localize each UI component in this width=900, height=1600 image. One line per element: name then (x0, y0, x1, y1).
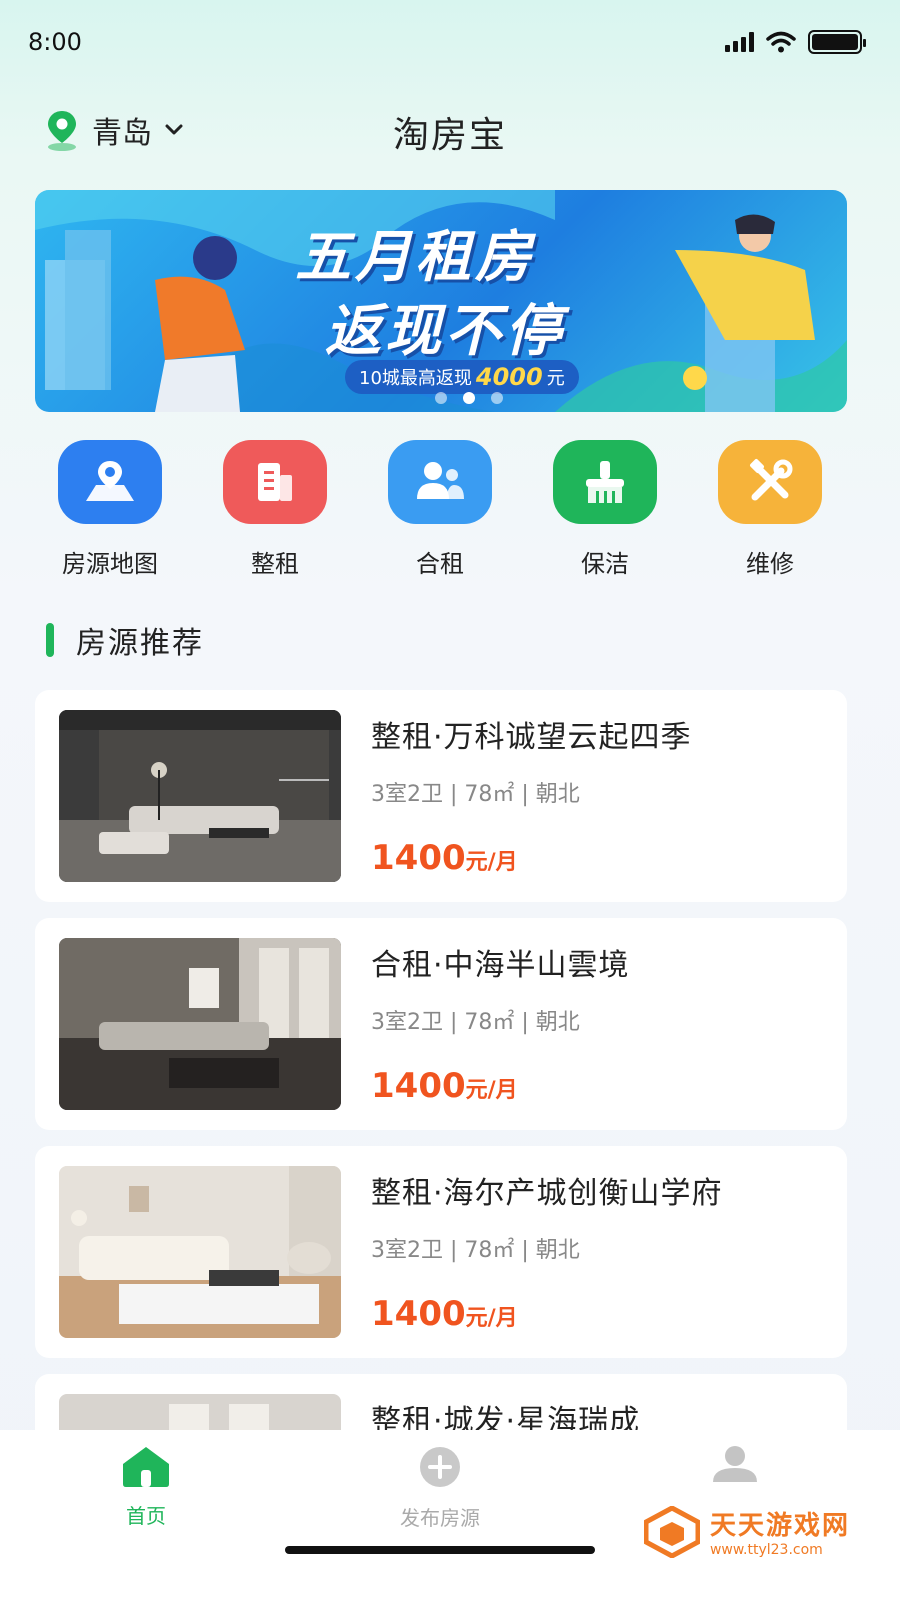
user-icon (713, 1446, 757, 1482)
cellular-signal-icon (725, 32, 754, 52)
home-indicator (285, 1546, 595, 1554)
listing-meta: 3室2卫 | 78㎡ | 朝北 (371, 1238, 580, 1263)
listing-meta: 3室2卫 | 78㎡ | 朝北 (371, 782, 580, 807)
banner-headline-1: 五月租房 (295, 225, 535, 290)
banner-sub-suffix: 元 (546, 368, 565, 389)
status-icons (725, 30, 866, 54)
listing-photo (59, 1166, 341, 1338)
category-icon-bg (223, 440, 327, 524)
category-map[interactable]: 房源地图 (35, 440, 185, 579)
category-label: 维修 (746, 550, 794, 578)
listing-title: 整租·海尔产城创衡山学府 (371, 1176, 723, 1211)
category-grid: 房源地图 整租 合租 保洁 维修 (0, 440, 900, 580)
battery-icon (808, 30, 866, 54)
price-value: 1400 (371, 1066, 466, 1106)
tab-label: 首页 (126, 1504, 166, 1528)
carousel-dot[interactable] (491, 392, 503, 404)
map-pin-icon (86, 461, 134, 501)
banner-sub-prefix: 10城最高返现 (359, 368, 472, 389)
category-label: 保洁 (581, 550, 629, 578)
category-icon-bg (58, 440, 162, 524)
plus-circle-icon (420, 1447, 460, 1487)
watermark-text: 天天游戏网 www.ttyl23.com (710, 1505, 850, 1558)
price-unit: 元/月 (465, 1078, 518, 1103)
broom-icon (586, 461, 624, 503)
category-label: 房源地图 (62, 550, 158, 578)
promo-banner[interactable]: 五月租房 返现不停 10城最高返现 4000 元 (35, 190, 847, 412)
category-icon-bg (388, 440, 492, 524)
listing-card[interactable]: 合租·中海半山雲境 3室2卫 | 78㎡ | 朝北 1400元/月 (35, 918, 847, 1130)
status-bar: 8:00 (0, 0, 900, 90)
category-shared-rent[interactable]: 合租 (365, 440, 515, 579)
price-value: 1400 (371, 838, 466, 878)
listing-title: 整租·万科诚望云起四季 (371, 720, 692, 755)
building-icon (258, 463, 292, 501)
listing-price: 1400元/月 (371, 1066, 518, 1106)
wifi-icon (766, 31, 796, 53)
listing-meta: 3室2卫 | 78㎡ | 朝北 (371, 1010, 580, 1035)
app-title: 淘房宝 (392, 115, 507, 156)
price-unit: 元/月 (465, 1306, 518, 1331)
category-whole-rent[interactable]: 整租 (200, 440, 350, 579)
banner-sub-amount: 4000 (475, 363, 543, 391)
section-title: 房源推荐 (76, 626, 204, 661)
top-nav: 青岛 淘房宝 (0, 100, 900, 160)
listing-photo (59, 710, 341, 882)
site-watermark: 天天游戏网 www.ttyl23.com (643, 1505, 850, 1558)
listing-card[interactable]: 整租·万科诚望云起四季 3室2卫 | 78㎡ | 朝北 1400元/月 (35, 690, 847, 902)
listing-title: 合租·中海半山雲境 (371, 948, 630, 983)
watermark-name: 天天游戏网 (709, 1511, 850, 1541)
price-unit: 元/月 (465, 850, 518, 875)
section-accent-bar (46, 623, 54, 657)
category-label: 合租 (416, 550, 464, 578)
category-repair[interactable]: 维修 (695, 440, 845, 579)
category-cleaning[interactable]: 保洁 (530, 440, 680, 579)
listing-price: 1400元/月 (371, 1294, 518, 1334)
category-icon-bg (718, 440, 822, 524)
carousel-dot[interactable] (463, 392, 475, 404)
home-icon (123, 1447, 169, 1487)
banner-headline-2: 返现不停 (325, 299, 565, 364)
watermark-logo-icon (643, 1505, 700, 1558)
section-header: 房源推荐 (46, 618, 204, 662)
listing-card[interactable]: 整租·海尔产城创衡山学府 3室2卫 | 78㎡ | 朝北 1400元/月 (35, 1146, 847, 1358)
banner-subline: 10城最高返现 4000 元 (345, 360, 579, 394)
listing-photo (59, 938, 341, 1110)
users-icon (417, 462, 464, 499)
status-time: 8:00 (28, 28, 82, 56)
tab-home[interactable]: 首页 (56, 1444, 236, 1529)
watermark-url: www.ttyl23.com (709, 1542, 823, 1558)
battery-fill (812, 34, 858, 50)
category-label: 整租 (251, 550, 299, 578)
listing-price: 1400元/月 (371, 838, 518, 878)
tab-publish[interactable]: 发布房源 (350, 1444, 530, 1531)
category-icon-bg (553, 440, 657, 524)
tab-label: 发布房源 (400, 1506, 480, 1530)
tools-icon (750, 459, 793, 501)
tab-profile[interactable] (645, 1444, 825, 1496)
price-value: 1400 (371, 1294, 466, 1334)
carousel-dots (435, 392, 503, 404)
carousel-dot[interactable] (435, 392, 447, 404)
